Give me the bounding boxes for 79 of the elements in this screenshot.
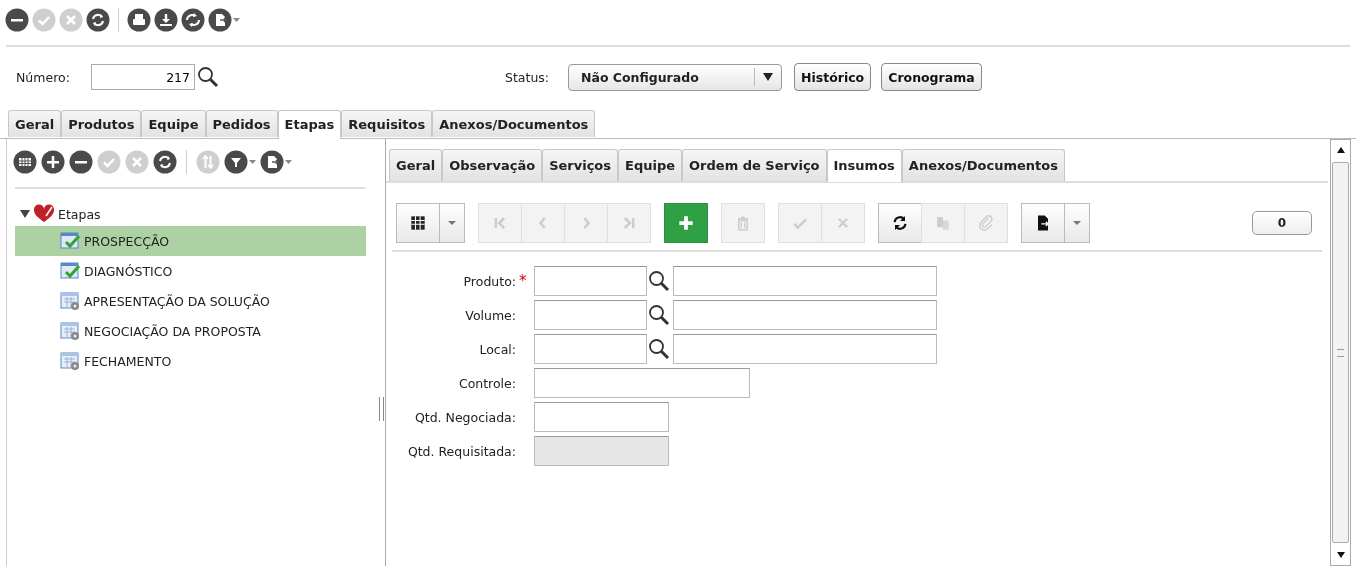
tab[interactable]: Equipe bbox=[618, 149, 683, 181]
field-label: Volume: bbox=[464, 307, 516, 323]
input-field[interactable] bbox=[534, 368, 750, 398]
field-label: Qtd. Negociada: bbox=[413, 409, 516, 425]
status-label: Status: bbox=[505, 69, 551, 85]
tab[interactable]: Geral bbox=[389, 149, 443, 181]
tab[interactable]: Requisitos bbox=[341, 110, 433, 137]
history-button[interactable]: Histórico bbox=[794, 63, 872, 91]
sync-button[interactable] bbox=[181, 8, 205, 32]
tab[interactable]: Serviços bbox=[542, 149, 619, 181]
required-mark: * bbox=[519, 272, 527, 290]
grid-button[interactable] bbox=[13, 150, 37, 174]
download-button[interactable] bbox=[154, 8, 178, 32]
heart-icon bbox=[33, 204, 55, 224]
code-field[interactable] bbox=[534, 300, 647, 330]
tab[interactable]: Anexos/Documentos bbox=[432, 110, 596, 137]
input-field[interactable] bbox=[534, 402, 669, 432]
tree-item[interactable]: NEGOCIAÇÃO DA PROPOSTA bbox=[15, 316, 366, 346]
search-icon[interactable] bbox=[197, 66, 219, 88]
minus-button[interactable] bbox=[5, 8, 29, 32]
field-label: Controle: bbox=[457, 375, 516, 391]
tree-item[interactable]: DIAGNÓSTICO bbox=[15, 256, 366, 286]
minus-button[interactable] bbox=[69, 150, 93, 174]
record-count-badge: 0 bbox=[1252, 211, 1312, 235]
caret-icon[interactable] bbox=[763, 73, 773, 81]
tree-item[interactable]: PROSPECÇÃO bbox=[15, 226, 366, 256]
tab[interactable]: Etapas bbox=[277, 110, 342, 139]
tree-item-label[interactable]: Etapas bbox=[58, 206, 101, 222]
filter-button[interactable] bbox=[224, 150, 256, 174]
search-icon[interactable] bbox=[648, 270, 670, 292]
tab[interactable]: Observação bbox=[442, 149, 543, 181]
field-label: Qtd. Requisitada: bbox=[406, 443, 516, 459]
schedule-button[interactable]: Cronograma bbox=[881, 63, 982, 91]
table-button[interactable] bbox=[396, 203, 440, 243]
tree-item[interactable]: APRESENTAÇÃO DA SOLUÇÃO bbox=[15, 286, 366, 316]
status-dropdown[interactable]: Não Configurado bbox=[568, 63, 782, 91]
export-button[interactable] bbox=[1021, 203, 1065, 243]
refresh-button[interactable] bbox=[153, 150, 177, 174]
number-field[interactable]: 217 bbox=[91, 64, 195, 90]
tab[interactable]: Geral bbox=[8, 110, 62, 137]
calendar-gear-icon bbox=[60, 291, 82, 311]
refresh-button[interactable] bbox=[86, 8, 110, 32]
caret-icon bbox=[1073, 221, 1081, 225]
tab[interactable]: Produtos bbox=[61, 110, 142, 137]
arrow-down-icon[interactable] bbox=[1336, 552, 1345, 558]
code-field[interactable] bbox=[534, 266, 647, 296]
number-label: Número: bbox=[16, 69, 71, 85]
field-label: Local: bbox=[478, 341, 516, 357]
print-button[interactable] bbox=[127, 8, 151, 32]
refresh-button[interactable] bbox=[878, 203, 922, 243]
tab[interactable]: Insumos bbox=[826, 149, 902, 182]
export-button[interactable] bbox=[260, 150, 292, 174]
add-button[interactable] bbox=[664, 203, 708, 243]
table-icon bbox=[408, 213, 428, 233]
code-field[interactable] bbox=[534, 334, 647, 364]
calendar-check-icon bbox=[60, 261, 82, 281]
search-icon[interactable] bbox=[648, 304, 670, 326]
tree-item[interactable]: FECHAMENTO bbox=[15, 346, 366, 376]
splitter-handle[interactable] bbox=[379, 397, 384, 421]
plus-button[interactable] bbox=[41, 150, 65, 174]
description-field[interactable] bbox=[673, 266, 937, 296]
tab[interactable]: Ordem de Serviço bbox=[682, 149, 827, 181]
description-field[interactable] bbox=[673, 334, 937, 364]
export-button[interactable] bbox=[208, 8, 240, 32]
arrow-up-icon[interactable] bbox=[1336, 147, 1345, 153]
calendar-check-icon bbox=[60, 231, 82, 251]
plus-icon bbox=[676, 213, 696, 233]
description-field[interactable] bbox=[673, 300, 937, 330]
collapse-arrow-icon[interactable] bbox=[20, 209, 30, 219]
tab[interactable]: Anexos/Documentos bbox=[901, 149, 1065, 181]
scrollbar[interactable] bbox=[1330, 139, 1351, 566]
tab[interactable]: Pedidos bbox=[205, 110, 278, 137]
search-icon[interactable] bbox=[648, 338, 670, 360]
tab[interactable]: Equipe bbox=[141, 110, 206, 137]
calendar-gear-icon bbox=[60, 351, 82, 371]
caret-icon bbox=[448, 221, 456, 225]
paperclip-icon bbox=[976, 213, 996, 233]
calendar-gear-icon bbox=[60, 321, 82, 341]
field-label: Produto: bbox=[462, 273, 516, 289]
